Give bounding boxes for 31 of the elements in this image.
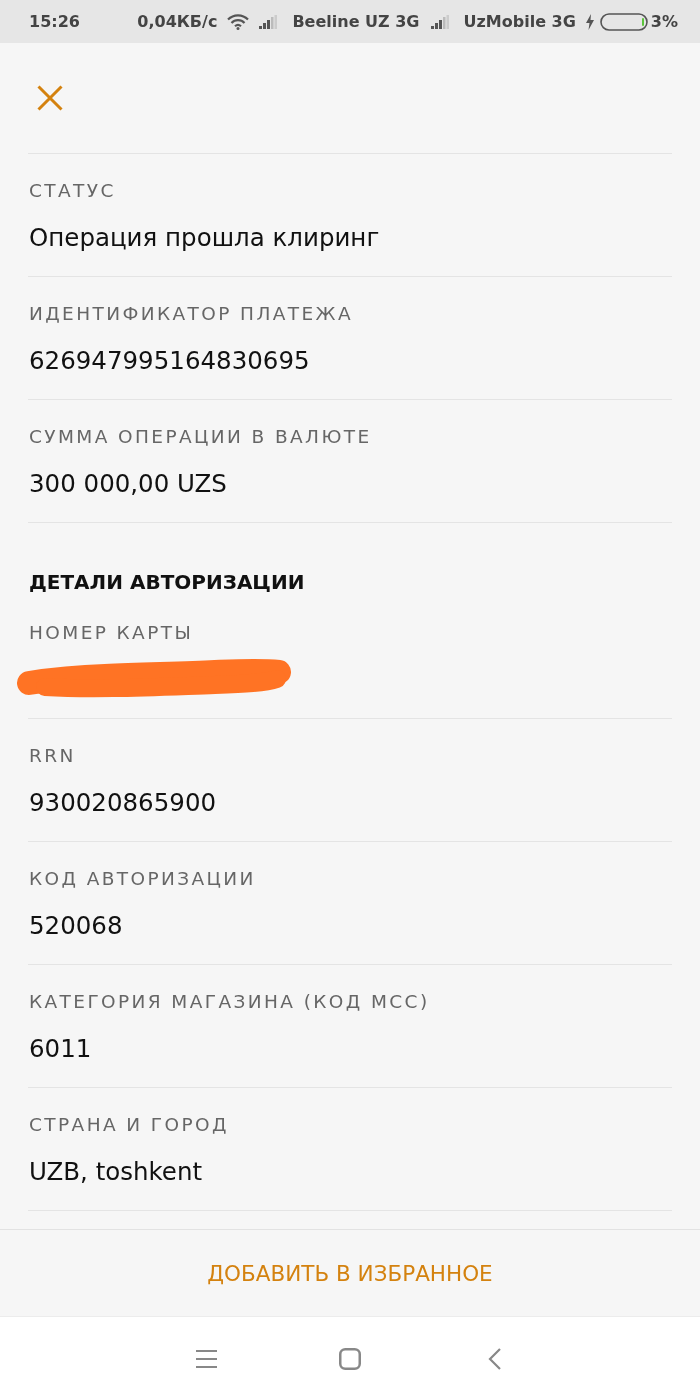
clock-time: 15:26 (29, 12, 80, 31)
field-label: НОМЕР КАРТЫ (29, 621, 195, 645)
field-value: 626947995164830695 (29, 345, 311, 377)
field-label: ИДЕНТИФИКАТОР ПЛАТЕЖА (29, 302, 354, 326)
field-value: 300 000,00 UZS (29, 468, 228, 500)
square-icon[interactable] (339, 1347, 361, 1370)
signal-icon (430, 14, 449, 29)
network-speed: 0,04КБ/с (137, 12, 218, 31)
wifi-icon (227, 13, 250, 30)
close-button[interactable] (37, 85, 63, 111)
field-value: 930020865900 (29, 787, 218, 819)
menu-icon[interactable] (195, 1349, 217, 1368)
battery-icon (599, 12, 648, 31)
field-label: СУММА ОПЕРАЦИИ В ВАЛЮТЕ (29, 425, 373, 449)
carrier-name: UzMobile 3G (463, 12, 576, 31)
signal-icon (259, 14, 278, 29)
close-icon (37, 85, 63, 111)
field-label: КАТЕГОРИЯ МАГАЗИНА (КОД MCC) (29, 990, 431, 1014)
field-label: СТАТУС (29, 179, 117, 203)
field-value: 6011 (29, 1033, 93, 1065)
field-value: UZB, toshkent (29, 1156, 204, 1188)
field-value: 520068 (29, 910, 124, 942)
field-value: Операция прошла клиринг (29, 222, 381, 254)
field-label: СТРАНА И ГОРОД (29, 1113, 230, 1137)
charging-bolt-icon (585, 13, 594, 30)
field-label: КОД АВТОРИЗАЦИИ (29, 867, 257, 891)
section-heading: ДЕТАЛИ АВТОРИЗАЦИИ (29, 569, 305, 595)
field-label: RRN (29, 744, 77, 768)
chevron-left-icon[interactable] (487, 1347, 501, 1370)
battery-percent: 3% (650, 12, 678, 31)
carrier-name: Beeline UZ 3G (292, 12, 420, 31)
